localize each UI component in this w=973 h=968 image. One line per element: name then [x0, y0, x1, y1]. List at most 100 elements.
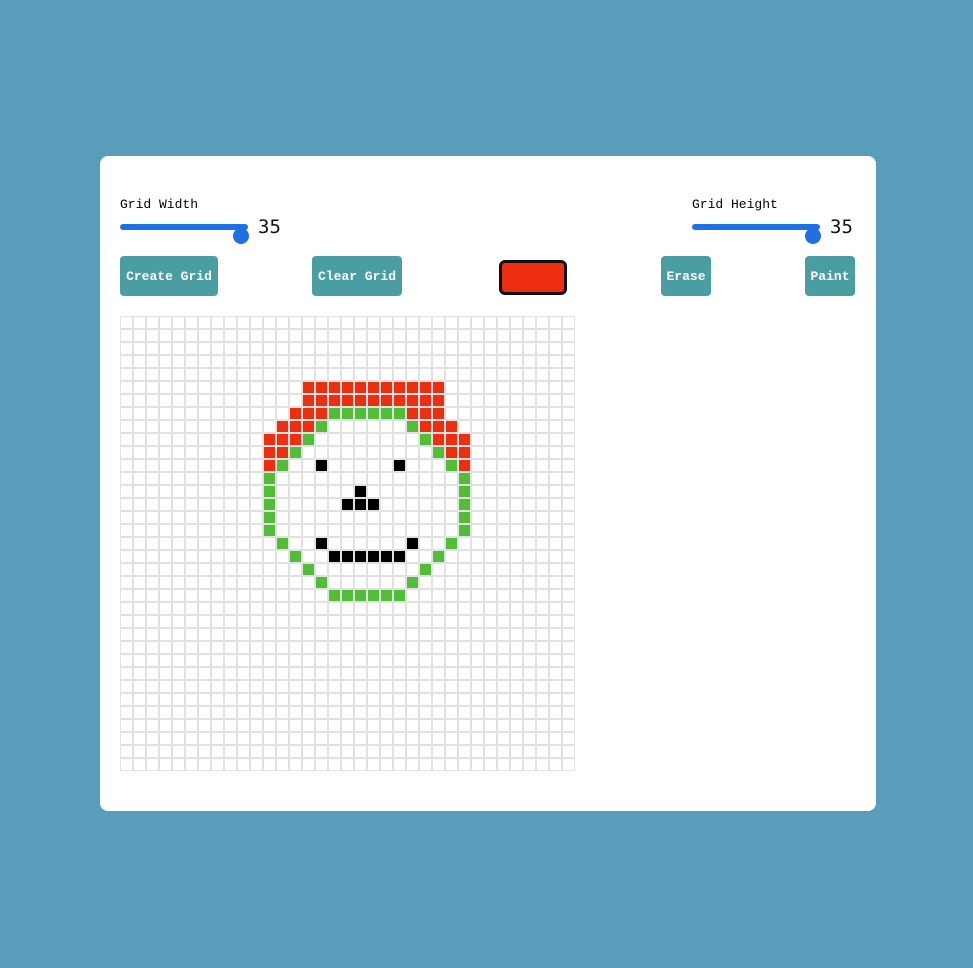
grid-cell[interactable]: [367, 602, 380, 615]
grid-cell[interactable]: [224, 355, 237, 368]
grid-cell[interactable]: [172, 732, 185, 745]
grid-cell[interactable]: [341, 472, 354, 485]
grid-cell[interactable]: [185, 407, 198, 420]
grid-cell[interactable]: [315, 537, 328, 550]
grid-cell[interactable]: [445, 485, 458, 498]
grid-cell[interactable]: [536, 719, 549, 732]
grid-cell[interactable]: [380, 472, 393, 485]
grid-cell[interactable]: [341, 563, 354, 576]
grid-cell[interactable]: [393, 563, 406, 576]
grid-cell[interactable]: [432, 576, 445, 589]
grid-cell[interactable]: [133, 719, 146, 732]
grid-cell[interactable]: [133, 602, 146, 615]
grid-cell[interactable]: [315, 680, 328, 693]
grid-cell[interactable]: [536, 602, 549, 615]
grid-cell[interactable]: [380, 589, 393, 602]
grid-cell[interactable]: [445, 524, 458, 537]
grid-cell[interactable]: [263, 719, 276, 732]
grid-cell[interactable]: [146, 602, 159, 615]
grid-cell[interactable]: [484, 550, 497, 563]
grid-cell[interactable]: [224, 563, 237, 576]
grid-cell[interactable]: [393, 511, 406, 524]
grid-cell[interactable]: [276, 706, 289, 719]
grid-cell[interactable]: [276, 316, 289, 329]
grid-cell[interactable]: [237, 524, 250, 537]
grid-cell[interactable]: [302, 745, 315, 758]
grid-cell[interactable]: [263, 615, 276, 628]
grid-cell[interactable]: [497, 511, 510, 524]
grid-cell[interactable]: [445, 693, 458, 706]
grid-cell[interactable]: [289, 498, 302, 511]
grid-cell[interactable]: [146, 368, 159, 381]
grid-cell[interactable]: [315, 550, 328, 563]
grid-cell[interactable]: [419, 745, 432, 758]
grid-cell[interactable]: [328, 355, 341, 368]
grid-cell[interactable]: [367, 316, 380, 329]
grid-cell[interactable]: [510, 667, 523, 680]
grid-cell[interactable]: [276, 524, 289, 537]
grid-cell[interactable]: [523, 433, 536, 446]
grid-cell[interactable]: [419, 706, 432, 719]
grid-cell[interactable]: [224, 745, 237, 758]
grid-cell[interactable]: [536, 394, 549, 407]
grid-cell[interactable]: [406, 498, 419, 511]
grid-cell[interactable]: [367, 732, 380, 745]
grid-cell[interactable]: [562, 589, 575, 602]
grid-cell[interactable]: [484, 368, 497, 381]
grid-cell[interactable]: [211, 498, 224, 511]
grid-cell[interactable]: [224, 680, 237, 693]
grid-cell[interactable]: [484, 706, 497, 719]
grid-cell[interactable]: [198, 446, 211, 459]
grid-cell[interactable]: [562, 342, 575, 355]
grid-cell[interactable]: [159, 368, 172, 381]
grid-cell[interactable]: [172, 316, 185, 329]
grid-cell[interactable]: [419, 446, 432, 459]
grid-cell[interactable]: [302, 420, 315, 433]
grid-cell[interactable]: [367, 615, 380, 628]
grid-cell[interactable]: [341, 407, 354, 420]
grid-cell[interactable]: [497, 498, 510, 511]
grid-cell[interactable]: [211, 602, 224, 615]
grid-cell[interactable]: [510, 693, 523, 706]
grid-cell[interactable]: [497, 329, 510, 342]
grid-cell[interactable]: [406, 680, 419, 693]
grid-cell[interactable]: [497, 316, 510, 329]
grid-cell[interactable]: [146, 433, 159, 446]
grid-cell[interactable]: [172, 667, 185, 680]
grid-cell[interactable]: [328, 667, 341, 680]
grid-cell[interactable]: [458, 459, 471, 472]
grid-cell[interactable]: [562, 745, 575, 758]
grid-cell[interactable]: [120, 563, 133, 576]
grid-cell[interactable]: [445, 420, 458, 433]
grid-cell[interactable]: [133, 524, 146, 537]
grid-cell[interactable]: [120, 615, 133, 628]
grid-cell[interactable]: [549, 589, 562, 602]
grid-cell[interactable]: [328, 433, 341, 446]
grid-cell[interactable]: [211, 394, 224, 407]
grid-cell[interactable]: [471, 602, 484, 615]
grid-cell[interactable]: [458, 394, 471, 407]
grid-cell[interactable]: [120, 706, 133, 719]
grid-cell[interactable]: [276, 381, 289, 394]
grid-cell[interactable]: [445, 706, 458, 719]
grid-cell[interactable]: [146, 420, 159, 433]
grid-cell[interactable]: [380, 433, 393, 446]
grid-cell[interactable]: [458, 407, 471, 420]
grid-cell[interactable]: [341, 368, 354, 381]
grid-cell[interactable]: [146, 537, 159, 550]
grid-cell[interactable]: [341, 732, 354, 745]
grid-cell[interactable]: [328, 693, 341, 706]
grid-cell[interactable]: [185, 693, 198, 706]
grid-cell[interactable]: [224, 368, 237, 381]
grid-cell[interactable]: [146, 472, 159, 485]
grid-cell[interactable]: [146, 485, 159, 498]
grid-cell[interactable]: [367, 368, 380, 381]
grid-cell[interactable]: [341, 329, 354, 342]
grid-cell[interactable]: [471, 576, 484, 589]
grid-cell[interactable]: [133, 420, 146, 433]
grid-cell[interactable]: [484, 342, 497, 355]
grid-cell[interactable]: [341, 446, 354, 459]
grid-cell[interactable]: [354, 719, 367, 732]
grid-cell[interactable]: [159, 407, 172, 420]
grid-cell[interactable]: [406, 745, 419, 758]
